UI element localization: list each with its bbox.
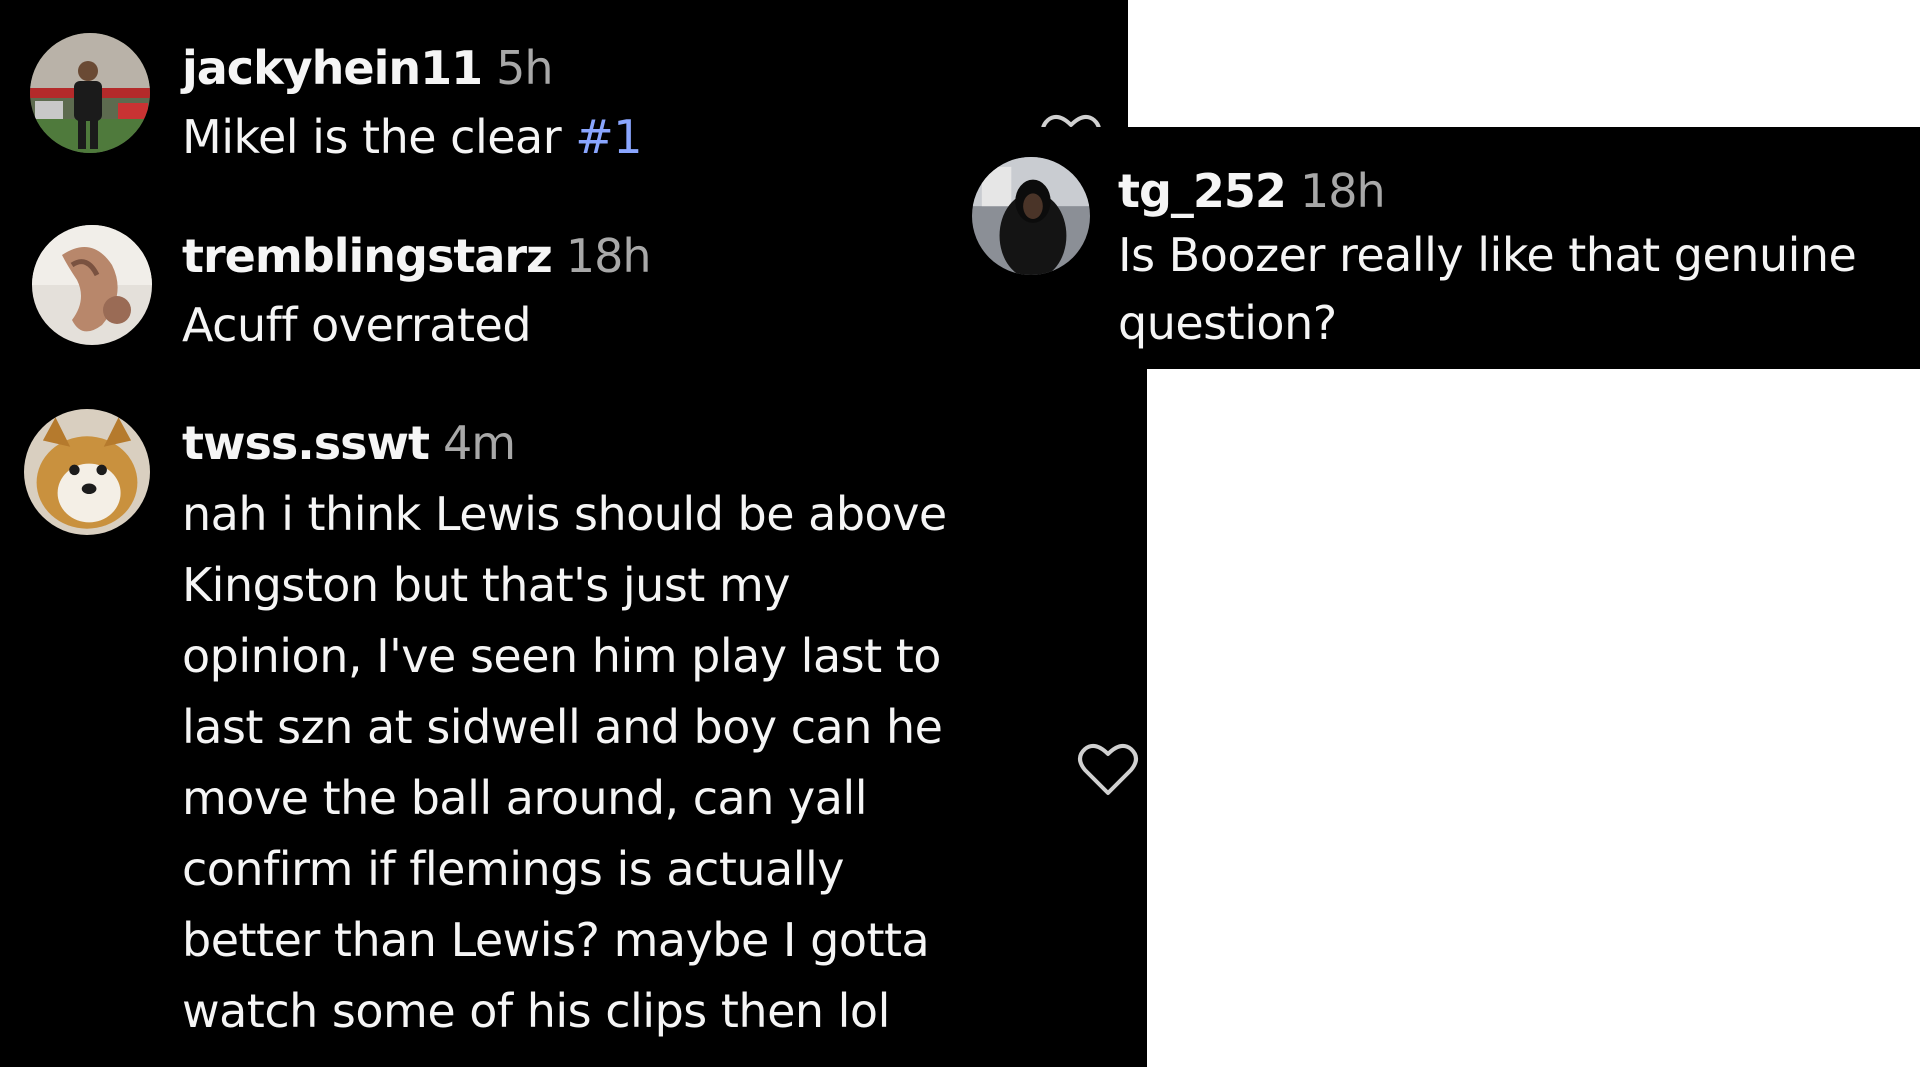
avatar-hand-photo-icon	[32, 225, 152, 345]
comment-text-line: better than Lewis? maybe I gotta	[182, 913, 930, 967]
hashtag-link[interactable]: #1	[575, 110, 642, 164]
comment-text-line: watch some of his clips then lol	[182, 984, 890, 1038]
username[interactable]: tremblingstarz	[182, 229, 553, 283]
comment-text-body: Mikel is the clear	[182, 110, 576, 164]
comments-panel-bottom: twss.sswt 4m nah i think Lewis should be …	[0, 369, 1147, 1067]
avatar-shiba-dog-icon	[24, 409, 150, 535]
comment-text-line: move the ball around, can yall	[182, 771, 867, 825]
comment-item: twss.sswt 4m nah i think Lewis should be …	[0, 369, 1147, 1067]
username[interactable]: tg_252	[1118, 164, 1287, 218]
timestamp: 18h	[565, 229, 652, 283]
username[interactable]: twss.sswt	[182, 416, 430, 470]
comment-text-line: confirm if flemings is actually	[182, 842, 845, 896]
comment-header: twss.sswt 4m	[182, 415, 516, 471]
comment-text-line: Kingston but that's just my	[182, 558, 790, 612]
avatar[interactable]	[972, 157, 1090, 275]
username[interactable]: jackyhein11	[182, 41, 483, 95]
screenshot-collage: jackyhein11 5h Mikel is the clear #1 trem…	[0, 0, 1920, 1080]
timestamp: 18h	[1299, 164, 1386, 218]
comment-text: Mikel is the clear #1	[182, 102, 643, 173]
comment-item: tg_252 18h Is Boozer really like that gen…	[960, 127, 1920, 369]
comment-text: Is Boozer really like that genuine quest…	[1118, 221, 1857, 357]
comment-header: tremblingstarz 18h	[182, 228, 651, 284]
avatar-person-hoodie-icon	[972, 157, 1090, 275]
timestamp: 4m	[442, 416, 516, 470]
like-button[interactable]	[1077, 741, 1139, 797]
comment-item: tremblingstarz 18h Acuff overrated	[0, 185, 1128, 369]
comment-text-line: question?	[1118, 296, 1337, 350]
heart-outline-icon	[1078, 743, 1138, 795]
comment-text: Acuff overrated	[182, 298, 532, 352]
avatar-man-football-field-icon	[30, 33, 150, 153]
comment-text-line: Is Boozer really like that genuine	[1118, 228, 1857, 282]
comment-header: tg_252 18h	[1118, 163, 1386, 219]
comment-text-line: opinion, I've seen him play last to	[182, 629, 941, 683]
avatar[interactable]	[32, 225, 152, 345]
comment-text: nah i think Lewis should be above Kingst…	[182, 479, 947, 1047]
comment-text-line: nah i think Lewis should be above	[182, 487, 947, 541]
timestamp: 5h	[496, 41, 553, 95]
avatar[interactable]	[24, 409, 150, 535]
comments-panel-top-left: jackyhein11 5h Mikel is the clear #1 trem…	[0, 0, 1128, 369]
avatar[interactable]	[30, 33, 150, 153]
comment-item: jackyhein11 5h Mikel is the clear #1	[0, 0, 1128, 185]
comment-header: jackyhein11 5h	[182, 40, 554, 96]
comment-text-line: last szn at sidwell and boy can he	[182, 700, 943, 754]
